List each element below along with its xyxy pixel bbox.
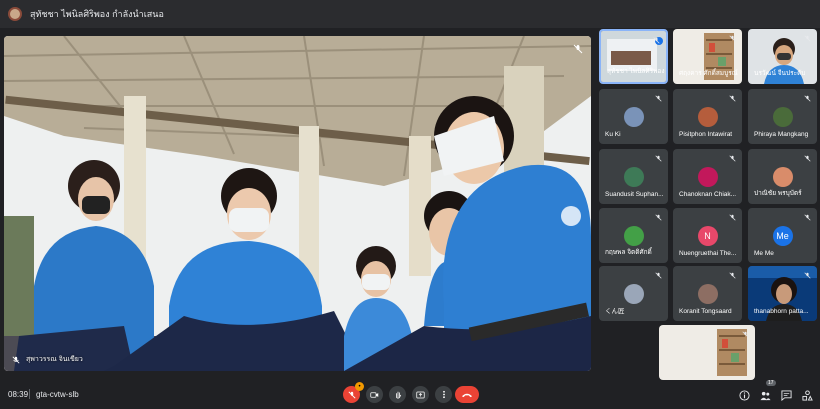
participant-tile[interactable]: นรวัฒน์ จีนประดับ	[748, 29, 817, 84]
mic-off-icon	[804, 95, 811, 102]
mic-off-icon	[573, 44, 583, 54]
participant-name: Phiraya Mangkang	[754, 131, 809, 138]
participant-video	[659, 325, 755, 380]
avatar	[623, 107, 644, 127]
mic-off-icon	[655, 95, 662, 102]
info-icon[interactable]	[739, 390, 750, 401]
camera-icon	[370, 391, 379, 398]
avatar	[623, 167, 644, 187]
main-participant-label: สุพาวรรณ จินเขียว	[12, 354, 83, 365]
more-vert-icon	[442, 390, 445, 399]
avatar	[697, 284, 718, 304]
participant-tile[interactable]: Pisitphon Intawirat	[673, 89, 742, 144]
presenting-text: สุทัชชา ไพนิลศิริพอง กำลังนำเสนอ	[30, 9, 164, 19]
participant-tile[interactable]: thanabhorn patta...	[748, 266, 817, 321]
participant-tile[interactable]: Me Me Me	[748, 208, 817, 263]
participant-name: Ku Ki	[605, 131, 621, 138]
divider	[29, 389, 30, 399]
hand-icon	[395, 391, 401, 399]
presenter-avatar	[8, 7, 22, 21]
more-options-button[interactable]	[435, 386, 452, 403]
participant-name: ปาณิชัย พรบุบัตร์	[754, 190, 802, 197]
people-icon[interactable]	[760, 390, 771, 401]
participant-tile[interactable]: くん匠	[599, 266, 668, 321]
mic-off-icon	[804, 155, 811, 162]
mic-off-icon	[729, 155, 736, 162]
chat-icon[interactable]	[781, 390, 792, 401]
participant-tile[interactable]: Koranit Tongsaard	[673, 266, 742, 321]
avatar	[623, 284, 644, 304]
avatar	[772, 107, 793, 127]
participant-tile[interactable]: Chanoknan Chiak...	[673, 149, 742, 204]
mic-off-icon	[729, 214, 736, 221]
main-video[interactable]: สุพาวรรณ จินเขียว	[4, 36, 591, 371]
present-icon	[416, 391, 425, 398]
mic-off-icon	[655, 214, 662, 221]
mic-off-icon	[347, 390, 356, 399]
participant-name: นรวัฒน์ จีนประดับ	[754, 70, 806, 77]
participant-tile[interactable]: ศฤงคาร ศักดิ์สมบูรณ์	[673, 29, 742, 84]
participant-tile[interactable]: Ku Ki	[599, 89, 668, 144]
mic-off-icon	[729, 272, 736, 279]
participant-name: Me Me	[754, 250, 774, 257]
participant-name: Nuengruethai The...	[679, 250, 737, 257]
main-participant-name: สุพาวรรณ จินเขียว	[26, 356, 83, 363]
raise-hand-button[interactable]	[389, 386, 406, 403]
mic-off-icon	[804, 272, 811, 279]
mic-off-icon	[729, 95, 736, 102]
participant-tile[interactable]	[659, 325, 755, 380]
avatar	[623, 226, 644, 246]
meeting-code: gta-cvtw-slb	[36, 390, 79, 399]
mic-off-icon	[804, 214, 811, 221]
mic-off-icon	[12, 356, 20, 363]
participant-name: กฤษพล จิตติศักดิ์	[605, 249, 652, 256]
participant-tile[interactable]: ปาณิชัย พรบุบัตร์	[748, 149, 817, 204]
end-call-icon	[461, 393, 473, 397]
participant-tile[interactable]: Suandusit Suphan...	[599, 149, 668, 204]
participant-count-badge: 17	[766, 380, 776, 386]
mic-off-icon	[729, 35, 736, 42]
participant-name: สุทัชชา ไพนิลศิริพอง	[607, 68, 665, 75]
mic-off-icon	[742, 331, 749, 338]
avatar	[697, 107, 718, 127]
participant-tile[interactable]: กฤษพล จิตติศักดิ์	[599, 208, 668, 263]
leave-call-button[interactable]	[455, 386, 479, 403]
participant-name: Chanoknan Chiak...	[679, 191, 737, 198]
mic-off-icon	[655, 155, 662, 162]
avatar: N	[697, 226, 718, 246]
participant-name: ศฤงคาร ศักดิ์สมบูรณ์	[679, 70, 738, 77]
present-button[interactable]	[412, 386, 429, 403]
participant-tile[interactable]: N Nuengruethai The...	[673, 208, 742, 263]
main-video-scene	[4, 36, 591, 371]
participant-tile[interactable]: Phiraya Mangkang	[748, 89, 817, 144]
mic-off-icon	[804, 35, 811, 42]
avatar: Me	[772, 226, 793, 246]
meet-window: สุทัชชา ไพนิลศิริพอง กำลังนำเสนอ สุพาวรร…	[0, 0, 820, 409]
clock: 08:39	[8, 390, 29, 399]
participant-name: Pisitphon Intawirat	[679, 131, 733, 138]
avatar	[697, 167, 718, 187]
participant-tile[interactable]: สุทัชชา ไพนิลศิริพอง	[599, 29, 668, 84]
avatar	[772, 167, 793, 187]
mic-toggle-button[interactable]: •	[343, 382, 364, 403]
camera-toggle-button[interactable]	[366, 386, 383, 403]
presenting-bar: สุทัชชา ไพนิลศิริพอง กำลังนำเสนอ	[0, 0, 820, 28]
participant-name: くん匠	[605, 308, 625, 315]
participant-name: Koranit Tongsaard	[679, 308, 732, 315]
participant-name: Suandusit Suphan...	[605, 191, 664, 198]
participant-name: thanabhorn patta...	[754, 308, 809, 315]
mic-badge: •	[355, 382, 364, 391]
activities-icon[interactable]	[802, 390, 813, 401]
bottom-bar: 08:39 gta-cvtw-slb • 17	[0, 378, 820, 409]
mic-off-icon	[655, 272, 662, 279]
mic-off-icon	[653, 37, 660, 44]
